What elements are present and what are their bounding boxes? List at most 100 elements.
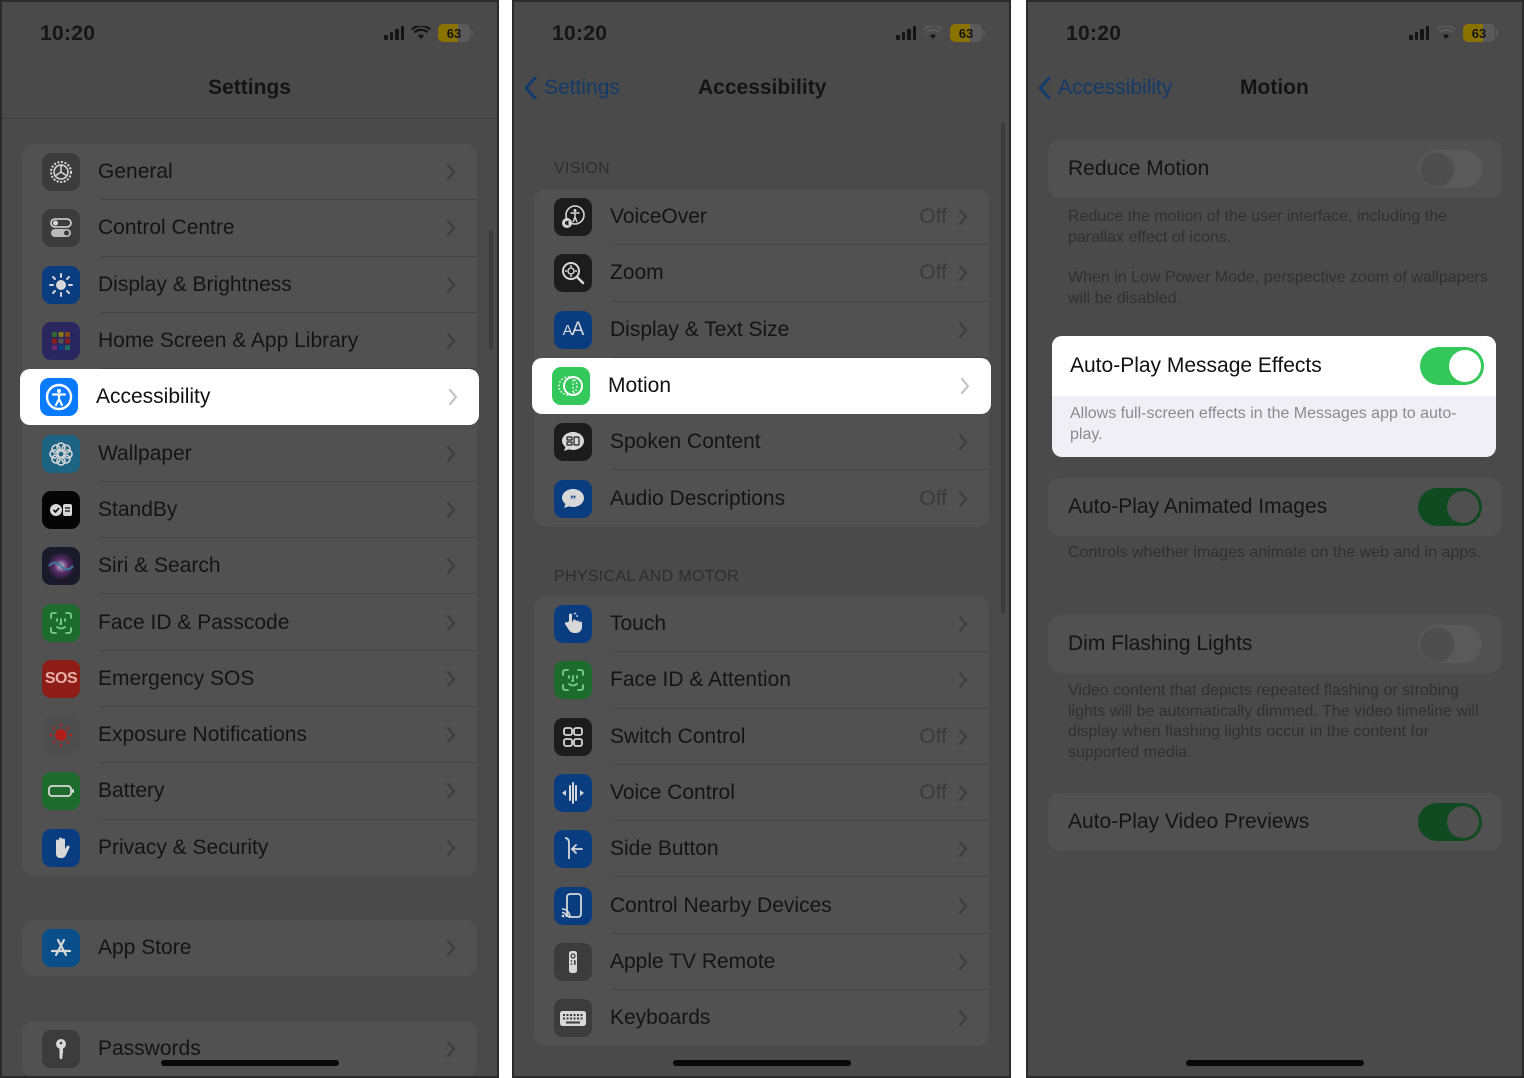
list-item-switch-control[interactable]: Switch Control Off bbox=[534, 709, 989, 765]
setting-auto-play-video-previews: Auto-Play Video Previews bbox=[1048, 793, 1502, 851]
zoom-icon bbox=[554, 254, 592, 293]
list-item-voiceover[interactable]: VoiceOver Off bbox=[534, 189, 989, 246]
list-item-emergency-sos[interactable]: SOS Emergency SOS bbox=[22, 651, 477, 707]
setting-reduce-motion: Reduce Motion bbox=[1048, 140, 1502, 198]
list-item-siri-and-search[interactable]: Siri & Search bbox=[22, 538, 477, 595]
list-item-standby[interactable]: StandBy bbox=[22, 482, 477, 539]
section-header-vision: VISION bbox=[554, 160, 611, 177]
chevron-right-icon bbox=[446, 164, 456, 181]
list-item-spoken-content[interactable]: Spoken Content bbox=[534, 414, 989, 471]
item-label: Apple TV Remote bbox=[610, 949, 776, 973]
wifi-icon bbox=[1436, 26, 1456, 39]
dim-flashing-lights-toggle[interactable] bbox=[1418, 625, 1482, 663]
back-button[interactable]: Settings bbox=[524, 76, 620, 100]
list-item-home-screen-and-app-library[interactable]: Home Screen & App Library bbox=[22, 313, 477, 370]
flower-icon bbox=[42, 434, 80, 473]
status-bar: 10:20 63 bbox=[1028, 20, 1522, 50]
home-indicator[interactable] bbox=[160, 1060, 339, 1066]
item-label: General bbox=[98, 160, 173, 184]
list-item-apple-tv-remote[interactable]: Apple TV Remote bbox=[534, 934, 989, 991]
chevron-right-icon bbox=[446, 839, 456, 856]
settings-group-main: General Control Centre Display & Brightnes… bbox=[20, 144, 479, 876]
item-label: Emergency SOS bbox=[98, 666, 255, 690]
exposure-icon bbox=[42, 716, 80, 755]
list-item-face-id-and-passcode[interactable]: Face ID & Passcode bbox=[22, 594, 477, 651]
list-item-side-button[interactable]: Side Button bbox=[534, 821, 989, 878]
motion-screen: 10:20 63 Accessibility Motion Reduce Mot… bbox=[1026, 0, 1524, 1078]
item-value: Off bbox=[919, 261, 947, 285]
home-indicator[interactable] bbox=[1186, 1060, 1364, 1066]
list-item-keyboards[interactable]: Keyboards bbox=[534, 990, 989, 1046]
reduce-motion-toggle[interactable] bbox=[1418, 150, 1482, 188]
list-item-display-and-text-size[interactable]: AA Display & Text Size bbox=[534, 302, 989, 358]
list-item-privacy-and-security[interactable]: Privacy & Security bbox=[22, 820, 477, 876]
list-item-touch[interactable]: Touch bbox=[534, 596, 989, 653]
low-power-footnote: When in Low Power Mode, perspective zoom… bbox=[1068, 269, 1488, 307]
setting-label: Auto-Play Animated Images bbox=[1068, 495, 1328, 518]
item-label: Display & Brightness bbox=[98, 272, 292, 296]
list-item-general[interactable]: General bbox=[22, 144, 477, 201]
item-label: Touch bbox=[610, 612, 667, 636]
chevron-right-icon bbox=[446, 445, 456, 462]
item-label: VoiceOver bbox=[610, 205, 707, 229]
auto-play-video-previews-toggle[interactable] bbox=[1418, 803, 1482, 841]
list-item-accessibility[interactable]: Accessibility bbox=[20, 369, 479, 426]
list-item-display-and-brightness[interactable]: Display & Brightness bbox=[22, 257, 477, 313]
list-item-control-nearby-devices[interactable]: Control Nearby Devices bbox=[534, 877, 989, 934]
setting-label: Dim Flashing Lights bbox=[1068, 632, 1253, 655]
chevron-right-icon bbox=[446, 727, 456, 744]
settings-screen: 10:20 63 Settings General Control Centre D… bbox=[0, 0, 499, 1078]
item-label: Battery bbox=[98, 779, 165, 803]
item-label: Keyboards bbox=[610, 1006, 711, 1030]
back-button[interactable]: Accessibility bbox=[1038, 76, 1172, 100]
tv-remote-icon bbox=[554, 942, 592, 981]
chevron-right-icon bbox=[446, 614, 456, 631]
list-item-control-centre[interactable]: Control Centre bbox=[22, 200, 477, 257]
chevron-right-icon bbox=[446, 558, 456, 575]
chevron-right-icon bbox=[958, 953, 968, 971]
item-label: Wallpaper bbox=[98, 441, 192, 465]
nav-bar: Accessibility Motion bbox=[1028, 66, 1522, 114]
sun-icon bbox=[42, 265, 80, 304]
list-item-exposure-notifications[interactable]: Exposure Notifications bbox=[22, 707, 477, 764]
item-value: Off bbox=[919, 205, 947, 229]
list-item-zoom[interactable]: Zoom Off bbox=[534, 245, 989, 302]
home-indicator[interactable] bbox=[672, 1060, 851, 1066]
item-label: Exposure Notifications bbox=[98, 723, 307, 747]
list-item-wallpaper[interactable]: Wallpaper bbox=[22, 425, 477, 482]
scrollbar[interactable] bbox=[1001, 122, 1005, 614]
list-item-face-id-and-attention[interactable]: Face ID & Attention bbox=[534, 652, 989, 709]
item-value: Off bbox=[919, 486, 947, 510]
back-label: Settings bbox=[544, 76, 620, 99]
item-label: Accessibility bbox=[96, 385, 211, 409]
item-label: StandBy bbox=[98, 497, 178, 521]
animated-images-footnote: Controls whether images animate on the w… bbox=[1068, 544, 1481, 561]
auto-play-animated-images-toggle[interactable] bbox=[1418, 488, 1482, 526]
list-item-voice-control[interactable]: Voice Control Off bbox=[534, 765, 989, 822]
list-item-passwords[interactable]: Passwords bbox=[22, 1021, 477, 1076]
status-time: 10:20 bbox=[40, 22, 96, 45]
voice-control-icon bbox=[554, 774, 592, 813]
chevron-right-icon bbox=[958, 728, 968, 745]
auto-play-message-effects-toggle[interactable] bbox=[1420, 347, 1484, 385]
page-title: Accessibility bbox=[698, 76, 827, 99]
back-label: Accessibility bbox=[1058, 76, 1173, 99]
list-item-battery[interactable]: Battery bbox=[22, 763, 477, 820]
list-item-motion[interactable]: Motion bbox=[532, 357, 991, 415]
chevron-right-icon bbox=[958, 490, 968, 507]
battery-indicator: 63 bbox=[950, 24, 982, 42]
chevron-right-icon bbox=[958, 672, 968, 689]
side-button-icon bbox=[554, 830, 592, 869]
chevron-left-icon bbox=[524, 76, 537, 100]
sos-icon: SOS bbox=[42, 659, 80, 698]
chevron-right-icon bbox=[958, 616, 968, 633]
scrollbar[interactable] bbox=[489, 230, 493, 350]
siri-icon bbox=[42, 547, 80, 586]
list-item-app-store[interactable]: App Store bbox=[22, 920, 477, 976]
status-bar: 10:20 63 bbox=[2, 20, 497, 50]
item-label: Passwords bbox=[98, 1037, 201, 1061]
chevron-right-icon bbox=[446, 276, 456, 293]
cellular-signal-icon bbox=[896, 26, 916, 40]
list-item-audio-descriptions[interactable]: ” Audio Descriptions Off bbox=[534, 470, 989, 526]
page-title: Settings bbox=[208, 76, 291, 99]
